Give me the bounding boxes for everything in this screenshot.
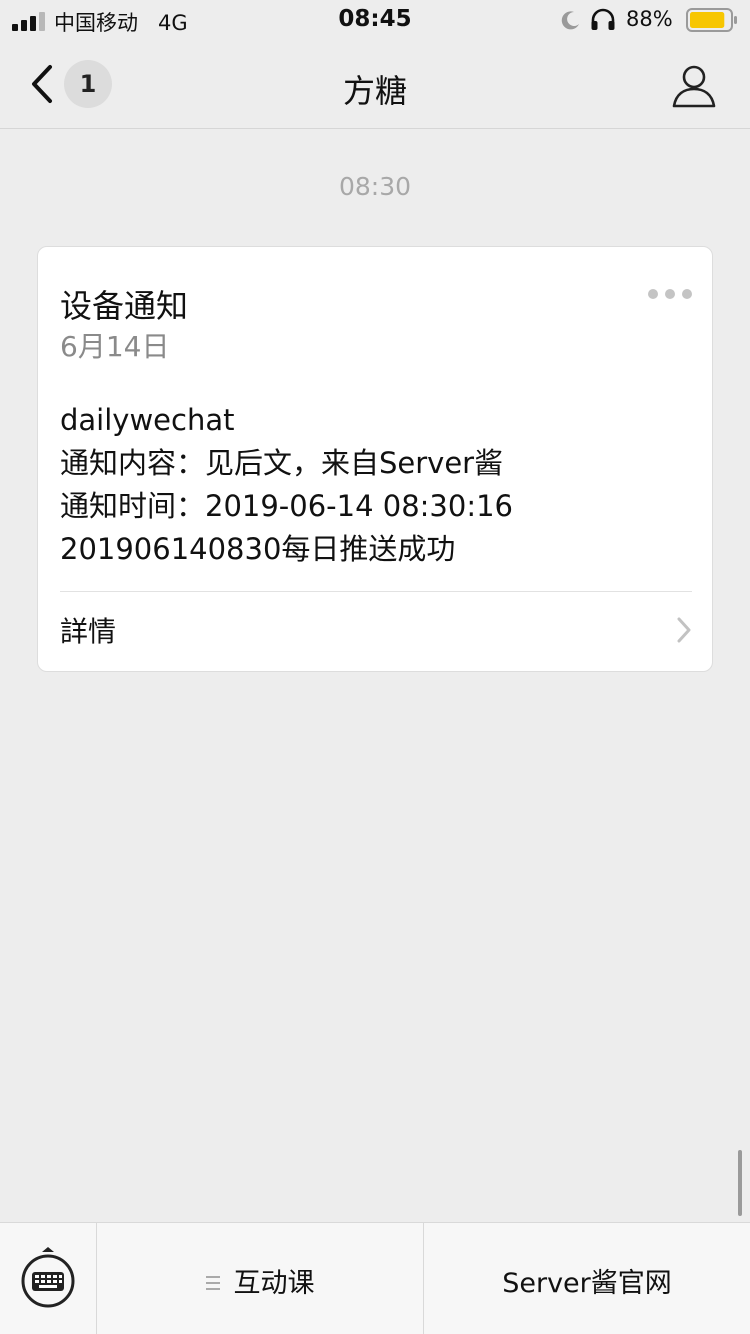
menu-item-content: Server酱官网 — [424, 1261, 750, 1300]
keyboard-toggle-button[interactable] — [0, 1223, 97, 1334]
chevron-right-icon — [677, 617, 691, 643]
bottom-menu: 互动课 Server酱官网 — [0, 1222, 750, 1334]
card-title: 设备通知 — [60, 287, 189, 325]
menu-item-content: 互动课 — [97, 1261, 423, 1300]
headphones-icon — [591, 8, 615, 30]
card-line-time: 通知时间：2019-06-14 08:30:16 — [60, 489, 513, 523]
scrollbar[interactable] — [738, 1150, 742, 1216]
card-line-app: dailywechat — [60, 403, 235, 437]
card-date: 6月14日 — [60, 330, 170, 363]
menu-item-interactive-course[interactable]: 互动课 — [97, 1223, 424, 1334]
card-line-result: 201906140830每日推送成功 — [60, 532, 456, 566]
card-line-content: 通知内容：见后文，来自Server酱 — [60, 446, 504, 480]
details-link[interactable]: 詳情 — [38, 592, 712, 672]
ellipsis-icon[interactable] — [648, 287, 692, 301]
menu-item-server-chan-website[interactable]: Server酱官网 — [424, 1223, 750, 1334]
battery-icon — [686, 8, 737, 32]
menu-item-label: Server酱官网 — [502, 1268, 672, 1299]
person-icon[interactable] — [670, 62, 718, 110]
notification-card[interactable]: 设备通知 6月14日 dailywechat 通知内容：见后文，来自Server… — [37, 246, 713, 672]
keyboard-icon — [21, 1247, 75, 1308]
nav-bar: 1 方糖 — [0, 40, 750, 129]
message-timestamp: 08:30 — [338, 172, 412, 201]
details-label: 詳情 — [60, 615, 117, 648]
status-bar: 中国移动 4G 08:45 88% — [0, 0, 750, 40]
menu-item-label: 互动课 — [233, 1268, 315, 1299]
moon-icon — [561, 11, 579, 30]
card-body: dailywechat 通知内容：见后文，来自Server酱 通知时间：2019… — [60, 399, 700, 571]
page-title: 方糖 — [342, 72, 407, 110]
battery-percent: 88% — [626, 7, 673, 31]
submenu-icon — [205, 1275, 220, 1291]
screen: 中国移动 4G 08:45 88% 1 方糖 08:30 设备通知 6月14日 … — [0, 0, 750, 1334]
